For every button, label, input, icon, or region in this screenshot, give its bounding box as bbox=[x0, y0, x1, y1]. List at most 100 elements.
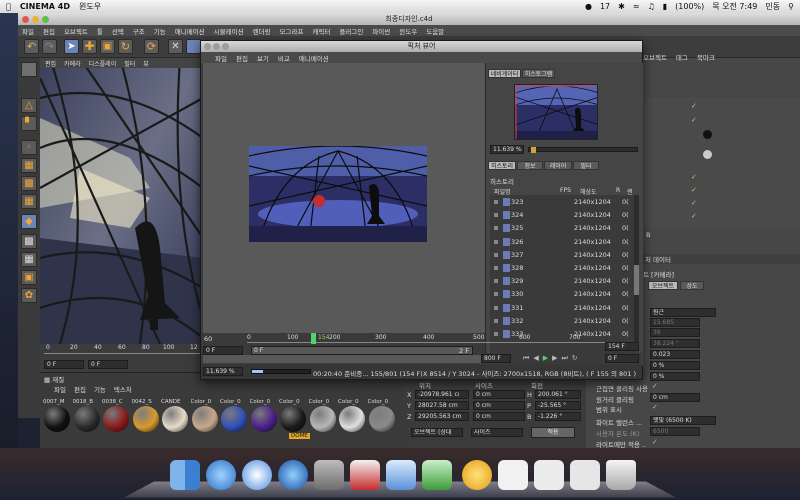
history-row[interactable]: 323 2140x1204 0( bbox=[490, 197, 638, 207]
history-row[interactable]: 326 2140x1204 0( bbox=[490, 237, 638, 247]
menubar-window-menu[interactable]: 윈도우 bbox=[79, 1, 101, 12]
menu-mograph[interactable]: 모그라프 bbox=[280, 26, 304, 36]
coord-position-field[interactable]: 29205.563 cm bbox=[415, 412, 469, 421]
menu-help[interactable]: 도움말 bbox=[426, 26, 444, 36]
y-axis-icon[interactable] bbox=[186, 39, 201, 54]
menu-simulation[interactable]: 시뮬레이션 bbox=[214, 26, 244, 36]
select-arrow-icon[interactable]: ➤ bbox=[64, 39, 79, 54]
menu-object[interactable]: 오브젝트 bbox=[64, 26, 88, 36]
bluetooth-icon[interactable]: ✱ bbox=[618, 2, 625, 11]
coord-size-field[interactable]: 0 cm bbox=[473, 401, 525, 410]
pv-range-slider[interactable]: 0 F bbox=[251, 346, 473, 355]
projection-select[interactable]: 원근 bbox=[650, 308, 716, 317]
redo-icon[interactable]: ↷ bbox=[42, 39, 57, 54]
material-menu-texture[interactable]: 텍스처 bbox=[114, 384, 132, 394]
material-menu-file[interactable]: 파일 bbox=[54, 384, 66, 394]
earth-icon[interactable] bbox=[278, 460, 308, 490]
material-menu-functions[interactable]: 기능 bbox=[94, 384, 106, 394]
scripts-icon[interactable] bbox=[350, 460, 380, 490]
show-range-check[interactable]: ✓ bbox=[652, 403, 658, 411]
object-menu-tag[interactable]: 태그 bbox=[676, 52, 688, 62]
layer-tab[interactable]: 레이어 bbox=[544, 161, 572, 170]
menu-file[interactable]: 파일 bbox=[22, 26, 34, 36]
menubar-clock[interactable]: 목 오전 7:49 bbox=[712, 1, 757, 12]
pv-frame-start-field[interactable]: 0 F bbox=[203, 346, 243, 355]
pv-current-frame-marker[interactable] bbox=[311, 333, 316, 344]
notification-icon[interactable]: ● bbox=[585, 2, 592, 11]
material-swatch[interactable] bbox=[73, 406, 100, 432]
visibility-check[interactable]: ✓ bbox=[691, 186, 697, 194]
battery-icon[interactable]: ▮ bbox=[663, 2, 667, 11]
history-row[interactable]: 331 2140x1204 0( bbox=[490, 303, 638, 313]
info-tab[interactable]: 정보 bbox=[517, 161, 543, 170]
grid-icon[interactable]: ▣ bbox=[21, 270, 37, 285]
frame-start-field[interactable]: 0 F bbox=[44, 360, 84, 369]
safari-icon[interactable] bbox=[242, 460, 272, 490]
coord-rotation-field[interactable]: 200.061 ° bbox=[535, 390, 581, 399]
clip-distance-field[interactable]: 0 cm bbox=[650, 393, 700, 402]
material-swatch[interactable] bbox=[309, 406, 336, 432]
viewport-menu-edit[interactable]: 편집 bbox=[45, 59, 56, 68]
navigator-zoom-slider[interactable] bbox=[528, 147, 638, 153]
coord-rotation-field[interactable]: -25.565 ° bbox=[535, 401, 581, 410]
play-icon[interactable]: ▶ bbox=[543, 354, 548, 363]
histogram-tab[interactable]: 히스토그램 bbox=[522, 69, 555, 78]
material-menu-edit[interactable]: 편집 bbox=[74, 384, 86, 394]
sensor-size-field[interactable]: 36 bbox=[650, 328, 700, 337]
texture-mode-icon[interactable]: ▩ bbox=[21, 176, 37, 191]
recent-tool-icon[interactable]: ⟳ bbox=[144, 39, 159, 54]
scale-icon[interactable]: ▣ bbox=[100, 39, 115, 54]
pv-ruler[interactable]: 0 100 200 300 400 500 600 700 154 bbox=[247, 333, 637, 345]
history-row[interactable]: 328 2140x1204 0( bbox=[490, 263, 638, 273]
viewport-layout-icon[interactable] bbox=[21, 62, 37, 77]
apple-icon[interactable]:  bbox=[6, 2, 11, 11]
filter-tab[interactable]: 필터 bbox=[573, 161, 599, 170]
material-swatch[interactable] bbox=[339, 406, 365, 432]
spotlight-icon[interactable]: ⚲ bbox=[788, 2, 794, 11]
viewport-menu-filter[interactable]: 필터 bbox=[124, 59, 135, 68]
custom-temp-field[interactable]: 6500 bbox=[650, 427, 700, 436]
menu-tools[interactable]: 툴 bbox=[97, 26, 103, 36]
document-icon[interactable] bbox=[498, 460, 528, 490]
prev-frame-icon[interactable]: ◀ bbox=[533, 354, 538, 363]
axis-mode-icon[interactable]: ◆ bbox=[21, 214, 37, 229]
pv-menu-animation[interactable]: 애니메이션 bbox=[299, 53, 329, 63]
go-start-icon[interactable]: ⏮ bbox=[523, 354, 529, 363]
workplane-icon[interactable]: ▦ bbox=[21, 194, 37, 209]
material-swatch[interactable] bbox=[162, 406, 188, 432]
menu-structure[interactable]: 구조 bbox=[133, 26, 145, 36]
navigator-tab[interactable]: 네비게이터 bbox=[488, 69, 521, 78]
field-of-view-field[interactable]: 38.224 ° bbox=[650, 339, 700, 348]
points-mode-icon[interactable]: △ bbox=[21, 98, 37, 113]
visibility-check[interactable]: ✓ bbox=[691, 212, 697, 220]
menu-functions[interactable]: 기능 bbox=[154, 26, 166, 36]
rotate-icon[interactable]: ↻ bbox=[118, 39, 133, 54]
navigator-zoom-field[interactable]: 11.639 % bbox=[490, 145, 524, 154]
picture-viewer-canvas[interactable] bbox=[203, 63, 485, 363]
undo-icon[interactable]: ↶ bbox=[24, 39, 39, 54]
pv-menu-file[interactable]: 파일 bbox=[215, 53, 227, 63]
picture-viewer-timeline[interactable]: 60 0 100 200 300 400 500 600 700 154 0 F… bbox=[201, 333, 627, 355]
pv-minimize-button[interactable] bbox=[213, 43, 220, 50]
menubar-user[interactable]: 민동 bbox=[765, 1, 780, 12]
status-zoom-field[interactable]: 11.639 % bbox=[203, 367, 243, 376]
next-frame-icon[interactable]: ▶ bbox=[552, 354, 557, 363]
snap-icon[interactable]: ▦ bbox=[21, 252, 37, 267]
menubar-app-name[interactable]: CINEMA 4D bbox=[20, 2, 70, 11]
viewport-menu-display[interactable]: 디스플레이 bbox=[89, 59, 117, 68]
material-swatch[interactable] bbox=[103, 406, 129, 432]
viewport-menu-camera[interactable]: 카메라 bbox=[64, 59, 81, 68]
model-mode-icon[interactable]: ▦ bbox=[21, 158, 37, 173]
attribute-tab-object[interactable]: 오브젝트 bbox=[648, 281, 678, 290]
finder-icon[interactable] bbox=[170, 460, 200, 490]
coord-size-field[interactable]: 0 cm bbox=[473, 390, 525, 399]
history-row[interactable]: 324 2140x1204 0( bbox=[490, 210, 638, 220]
col-fps[interactable]: FPS bbox=[560, 187, 571, 194]
visibility-check[interactable]: ✓ bbox=[691, 173, 697, 181]
coord-apply-button[interactable]: 적용 bbox=[531, 427, 575, 438]
pv-preview-end-field[interactable]: 0 F bbox=[605, 354, 639, 363]
menu-render[interactable]: 렌더링 bbox=[253, 26, 271, 36]
polygon-mode-icon[interactable]: ◦ bbox=[21, 140, 37, 155]
pv-menu-compare[interactable]: 비교 bbox=[278, 53, 290, 63]
pv-menu-view[interactable]: 보기 bbox=[257, 53, 269, 63]
